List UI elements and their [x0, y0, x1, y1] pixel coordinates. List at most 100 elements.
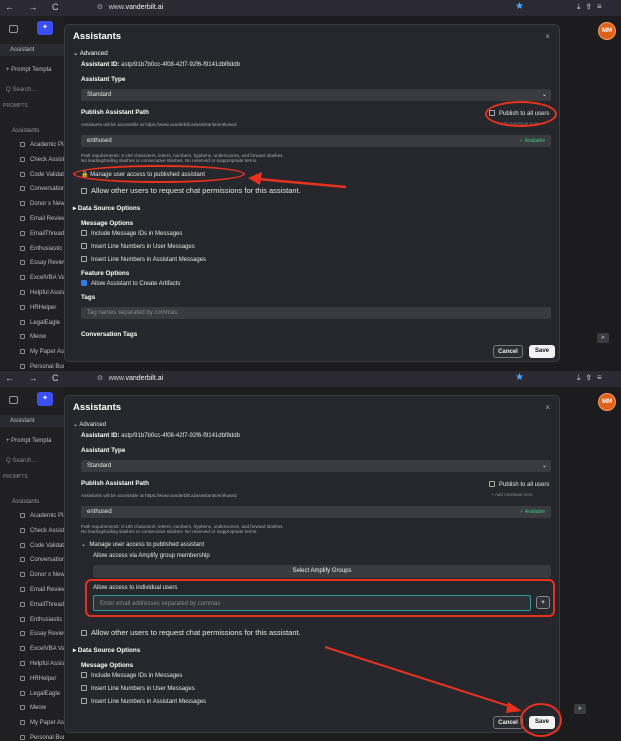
publish-path-label: Publish Assistant Path	[81, 480, 149, 487]
publish-all-users-checkbox[interactable]: Publish to all users	[489, 481, 549, 488]
sidebar-item[interactable]: Enthusiastic	[0, 243, 64, 255]
select-groups-button[interactable]: Select Amplify Groups	[93, 565, 551, 578]
sidebar-search[interactable]: Q Search...	[0, 84, 64, 96]
add-assistant-icon-button[interactable]: + Add Assistant Icon	[491, 492, 533, 497]
sidebar-item[interactable]: Academic Pla	[0, 139, 64, 151]
send-icon[interactable]: ➤	[574, 704, 586, 714]
nav-buttons[interactable]: ← → C	[5, 374, 65, 383]
close-icon[interactable]: ×	[545, 403, 550, 412]
publish-path-input[interactable]: enthused ✓ Available	[81, 135, 551, 147]
assistant-type-label: Assistant Type	[81, 447, 126, 454]
assistant-type-label: Assistant Type	[81, 76, 126, 83]
sidebar-item[interactable]: Meow	[0, 702, 64, 714]
bookmark-star-icon[interactable]: ★	[515, 372, 524, 383]
allow-artifacts-checkbox[interactable]: Allow Assistant to Create Artifacts	[81, 280, 180, 287]
sidebar-item[interactable]: EmailThread	[0, 228, 64, 240]
sidebar-item[interactable]: Email Review	[0, 213, 64, 225]
assistants-folder[interactable]: Assistants	[0, 496, 64, 508]
sidebar-item[interactable]: EmailThread	[0, 599, 64, 611]
prompt-templates-button[interactable]: + Prompt Templa	[0, 64, 64, 76]
sidebar-item[interactable]: Meow	[0, 331, 64, 343]
sidebar-item[interactable]: LegalEagle	[0, 317, 64, 329]
assistant-tab[interactable]: Assistant	[0, 415, 64, 427]
assistant-tab-icon[interactable]: ✦	[37, 392, 53, 406]
sidebar-item[interactable]: Conversation	[0, 554, 64, 566]
sidebar-item[interactable]: Donor x New	[0, 569, 64, 581]
sidebar-item[interactable]: HRHelper	[0, 302, 64, 314]
close-icon[interactable]: ×	[545, 32, 550, 41]
toolbar-icons[interactable]: ⤓⇧≡	[577, 373, 608, 383]
include-ids-checkbox[interactable]: Include Message IDs in Messages	[81, 230, 182, 237]
chat-icon[interactable]	[9, 25, 18, 33]
user-avatar[interactable]: MM	[598, 22, 616, 40]
sidebar-item[interactable]: Email Review	[0, 584, 64, 596]
user-avatar[interactable]: MM	[598, 393, 616, 411]
publish-path-input[interactable]: enthused ✓ Available	[81, 506, 551, 518]
sidebar-item[interactable]: Helpful Assis	[0, 658, 64, 670]
sidebar-item[interactable]: Helpful Assis	[0, 287, 64, 299]
prompt-templates-button[interactable]: + Prompt Templa	[0, 435, 64, 447]
assistant-icon	[20, 230, 25, 236]
line-user-checkbox[interactable]: Insert Line Numbers in User Messages	[81, 243, 195, 250]
assistant-type-select[interactable]: Standard ⌄	[81, 89, 551, 101]
publish-path-hint: Assistants will be accessible at https:/…	[81, 122, 237, 127]
sidebar-item-label: Essay Review	[30, 260, 64, 267]
line-user-checkbox[interactable]: Insert Line Numbers in User Messages	[81, 685, 195, 692]
include-ids-checkbox[interactable]: Include Message IDs in Messages	[81, 672, 182, 679]
chat-permissions-checkbox[interactable]: Allow other users to request chat permis…	[81, 186, 301, 195]
sidebar-item[interactable]: Personal Bud	[0, 361, 64, 370]
assistant-tab-icon[interactable]: ✦	[37, 21, 53, 35]
bookmark-star-icon[interactable]: ★	[515, 1, 524, 12]
assistant-icon	[20, 513, 25, 518]
advanced-toggle[interactable]: ⌄ Advanced	[73, 421, 106, 428]
url-bar[interactable]: ⊙ www.vanderbilt.ai	[97, 3, 163, 12]
data-source-toggle[interactable]: ▸ Data Source Options	[73, 205, 140, 212]
sidebar-item[interactable]: Code Validat	[0, 169, 64, 181]
cancel-button[interactable]: Cancel	[493, 345, 523, 358]
publish-path-hint: Assistants will be accessible at https:/…	[81, 493, 237, 498]
assistant-type-select[interactable]: Standard ⌄	[81, 460, 551, 472]
tags-input[interactable]: Tag names separated by commas.	[81, 307, 551, 319]
sidebar-item[interactable]: My Paper As	[0, 717, 64, 729]
sidebar-item[interactable]: ExcelVBA Va	[0, 643, 64, 655]
sidebar-item[interactable]: ExcelVBA Va	[0, 272, 64, 284]
sidebar-item[interactable]: Conversation	[0, 183, 64, 195]
chat-icon[interactable]	[9, 396, 18, 404]
assistant-icon	[20, 601, 25, 607]
sidebar-item[interactable]: Enthusiastic	[0, 614, 64, 626]
sidebar-item[interactable]: Personal Bud	[0, 732, 64, 741]
advanced-toggle[interactable]: ⌄ Advanced	[73, 50, 108, 57]
sidebar-item-label: Donor x New	[30, 201, 64, 208]
nav-buttons[interactable]: ← → C	[5, 3, 65, 12]
line-assistant-checkbox[interactable]: Insert Line Numbers in Assistant Message…	[81, 256, 206, 263]
manage-access-toggle[interactable]: ⌄ Manage user access to published assist…	[81, 541, 204, 548]
sidebar-item[interactable]: LegalEagle	[0, 688, 64, 700]
toolbar-icons[interactable]: ⤓⇧≡	[577, 2, 608, 12]
assistant-tab[interactable]: Assistant	[0, 44, 64, 56]
assistant-id-label: Assistant ID:	[81, 61, 120, 68]
save-button[interactable]: Save	[529, 345, 555, 358]
sidebar-item[interactable]: Essay Review	[0, 257, 64, 269]
sidebar-item[interactable]: Check Assist	[0, 525, 64, 537]
url-bar[interactable]: ⊙ www.vanderbilt.ai	[97, 374, 163, 383]
sidebar-item[interactable]: Code Validat	[0, 540, 64, 552]
sidebar-item-label: HRHelper	[30, 675, 57, 682]
chat-permissions-checkbox[interactable]: Allow other users to request chat permis…	[81, 628, 301, 637]
line-assistant-checkbox[interactable]: Insert Line Numbers in Assistant Message…	[81, 698, 206, 705]
data-source-toggle[interactable]: ▸ Data Source Options	[73, 647, 140, 654]
sidebar-item[interactable]: Donor x New	[0, 198, 64, 210]
cancel-button[interactable]: Cancel	[493, 716, 523, 729]
sidebar-item-label: Helpful Assis	[30, 290, 64, 296]
assistant-icon	[20, 557, 25, 563]
send-icon[interactable]: ➤	[597, 333, 609, 343]
sidebar-item[interactable]: Academic Pla	[0, 510, 64, 522]
sidebar-item[interactable]: My Paper As	[0, 346, 64, 358]
sidebar-item[interactable]: Check Assist	[0, 154, 64, 166]
assistants-modal: Assistants × ⌄ Advanced Assistant ID: as…	[64, 395, 560, 733]
tags-label: Tags	[81, 294, 96, 301]
sidebar-search[interactable]: Q Search...	[0, 455, 64, 467]
assistants-folder[interactable]: Assistants	[0, 125, 64, 137]
available-status: ✓ Available	[519, 138, 545, 144]
sidebar-item[interactable]: Essay Review	[0, 628, 64, 640]
sidebar-item[interactable]: HRHelper	[0, 673, 64, 685]
